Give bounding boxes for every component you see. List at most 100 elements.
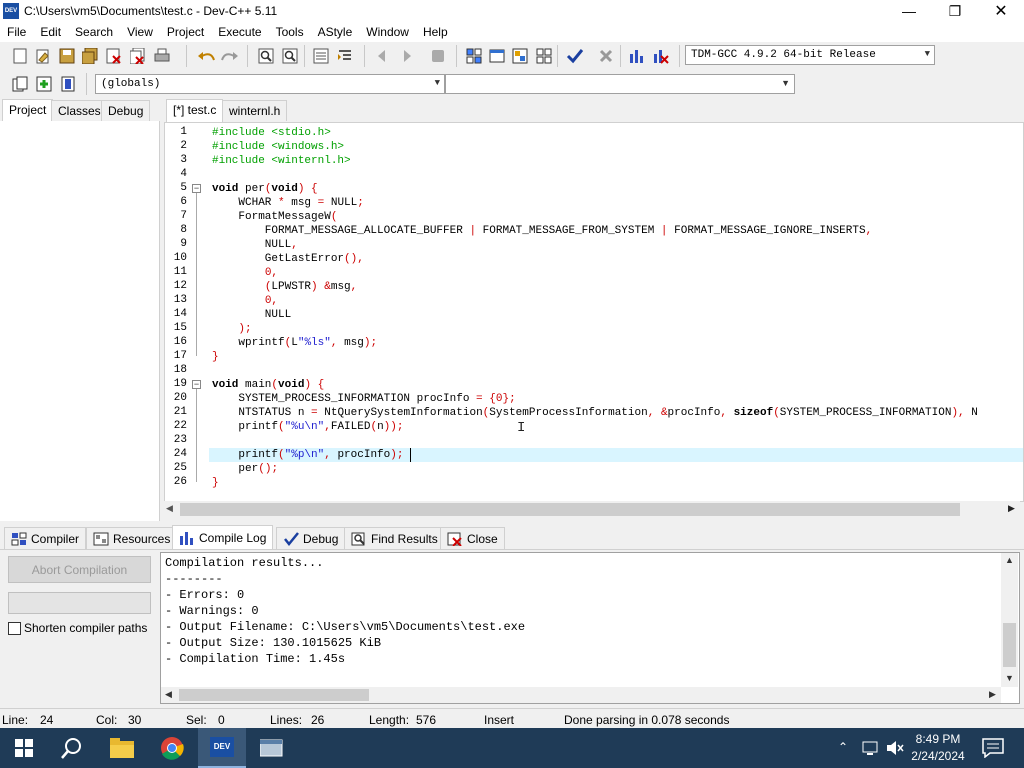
- abort-compilation-button[interactable]: Abort Compilation: [8, 556, 151, 583]
- scroll-down-icon[interactable]: ▼: [1005, 673, 1014, 683]
- goto-next-icon[interactable]: [397, 46, 417, 66]
- code-line[interactable]: void main(void) {: [212, 378, 324, 392]
- rebuild-all-icon[interactable]: [534, 46, 554, 66]
- code-line[interactable]: #include <stdio.h>: [212, 126, 331, 140]
- scroll-left-icon[interactable]: ◀: [165, 689, 172, 700]
- delete-profile-icon[interactable]: [651, 46, 671, 66]
- minimize-button[interactable]: —: [886, 0, 932, 22]
- fold-toggle-icon[interactable]: −: [192, 184, 201, 193]
- function-select[interactable]: ▼: [445, 74, 795, 94]
- compile-run-icon[interactable]: [510, 46, 530, 66]
- code-line[interactable]: }: [212, 350, 219, 364]
- tab-find-results[interactable]: Find Results: [344, 527, 445, 549]
- menu-window[interactable]: Window: [359, 22, 416, 42]
- scroll-right-icon[interactable]: ▶: [989, 689, 996, 700]
- fold-toggle-icon[interactable]: −: [192, 380, 201, 389]
- editor-horizontal-scrollbar[interactable]: ◀ ▶: [164, 501, 1020, 518]
- code-line[interactable]: }: [212, 476, 219, 490]
- close-all-icon[interactable]: [128, 46, 148, 66]
- tab-close-panel[interactable]: Close: [440, 527, 505, 549]
- save-icon[interactable]: [57, 46, 77, 66]
- code-line[interactable]: NTSTATUS n = NtQuerySystemInformation(Sy…: [212, 406, 977, 420]
- code-line[interactable]: 0,: [212, 294, 278, 308]
- indent-icon[interactable]: [311, 46, 331, 66]
- unindent-icon[interactable]: [335, 46, 355, 66]
- code-line[interactable]: per();: [212, 462, 278, 476]
- tab-debug-output[interactable]: Debug: [276, 527, 346, 549]
- menu-view[interactable]: View: [120, 22, 160, 42]
- tab-resources[interactable]: Resources: [86, 527, 178, 549]
- toggle-bookmark-icon[interactable]: [428, 46, 448, 66]
- open-file-icon[interactable]: [33, 46, 53, 66]
- code-line[interactable]: #include <windows.h>: [212, 140, 344, 154]
- new-project-icon[interactable]: [10, 74, 30, 94]
- clock-date[interactable]: 2/24/2024: [905, 749, 971, 763]
- log-vertical-scrollbar[interactable]: ▲ ▼: [1001, 553, 1018, 687]
- app-taskbar-button[interactable]: [248, 728, 296, 768]
- shorten-paths-checkbox[interactable]: [8, 622, 21, 635]
- code-line[interactable]: WCHAR * msg = NULL;: [212, 196, 363, 210]
- menu-file[interactable]: File: [0, 22, 33, 42]
- code-line[interactable]: 0,: [212, 266, 278, 280]
- network-icon[interactable]: [862, 740, 880, 759]
- menu-project[interactable]: Project: [160, 22, 211, 42]
- tab-compiler[interactable]: Compiler: [4, 527, 87, 549]
- clock-time[interactable]: 8:49 PM: [905, 732, 971, 746]
- menu-help[interactable]: Help: [416, 22, 455, 42]
- syntax-check-icon[interactable]: [565, 46, 585, 66]
- code-line[interactable]: NULL: [212, 308, 291, 322]
- log-scrollbar-thumb[interactable]: [1003, 623, 1016, 667]
- scroll-up-icon[interactable]: ▲: [1005, 555, 1014, 565]
- tab-classes[interactable]: Classes: [51, 100, 108, 121]
- new-file-icon[interactable]: [10, 46, 30, 66]
- project-tree-pane[interactable]: [0, 121, 160, 521]
- class-browser-select[interactable]: (globals) ▼: [95, 74, 445, 94]
- code-line[interactable]: #include <winternl.h>: [212, 154, 351, 168]
- code-line[interactable]: (LPWSTR) &msg,: [212, 280, 357, 294]
- add-to-project-icon[interactable]: [34, 74, 54, 94]
- compile-icon[interactable]: [464, 46, 484, 66]
- menu-edit[interactable]: Edit: [33, 22, 68, 42]
- profile-analysis-icon[interactable]: [627, 46, 647, 66]
- code-line[interactable]: NULL,: [212, 238, 298, 252]
- file-explorer-taskbar-button[interactable]: [98, 728, 146, 768]
- start-button[interactable]: [0, 728, 48, 768]
- menu-execute[interactable]: Execute: [211, 22, 268, 42]
- menu-astyle[interactable]: AStyle: [311, 22, 360, 42]
- chrome-taskbar-button[interactable]: [148, 728, 196, 768]
- run-icon[interactable]: [487, 46, 507, 66]
- scroll-left-icon[interactable]: ◀: [166, 503, 173, 514]
- save-all-icon[interactable]: [80, 46, 100, 66]
- volume-muted-icon[interactable]: [886, 740, 904, 759]
- notifications-icon[interactable]: [982, 738, 1004, 761]
- code-editor[interactable]: 1 2 3 4 5 6 7 8 9 10 11 12 13 14 15 16 17 18 19 20 21 22 23 24 2…: [164, 122, 1024, 502]
- code-line[interactable]: wprintf(L"%ls", msg);: [212, 336, 377, 350]
- tab-compile-log[interactable]: Compile Log: [172, 525, 274, 549]
- redo-icon[interactable]: [220, 46, 240, 66]
- devcpp-taskbar-button[interactable]: DEV: [198, 728, 246, 768]
- tab-debug[interactable]: Debug: [101, 100, 151, 121]
- compiler-select[interactable]: TDM-GCC 4.9.2 64-bit Release ▼: [685, 45, 935, 65]
- compile-log-output[interactable]: Compilation results... -------- - Errors: …: [160, 552, 1020, 704]
- code-line[interactable]: FORMAT_MESSAGE_ALLOCATE_BUFFER | FORMAT_…: [212, 224, 872, 238]
- remove-from-project-icon[interactable]: [58, 74, 78, 94]
- menu-tools[interactable]: Tools: [269, 22, 311, 42]
- code-line[interactable]: SYSTEM_PROCESS_INFORMATION procInfo = {0…: [212, 392, 515, 406]
- tab-project[interactable]: Project: [2, 99, 54, 122]
- code-line[interactable]: printf("%u\n",FAILED(n));: [212, 420, 403, 434]
- maximize-button[interactable]: ❐: [932, 0, 978, 22]
- log-horizontal-scrollbar[interactable]: ◀ ▶: [161, 687, 1001, 703]
- close-file-icon[interactable]: [104, 46, 124, 66]
- show-hidden-icons-icon[interactable]: ⌃: [838, 740, 848, 754]
- undo-icon[interactable]: [196, 46, 216, 66]
- print-icon[interactable]: [152, 46, 172, 66]
- code-line[interactable]: FormatMessageW(: [212, 210, 337, 224]
- editor-tab-winternl-h[interactable]: winternl.h: [222, 100, 288, 121]
- menu-search[interactable]: Search: [68, 22, 120, 42]
- code-line[interactable]: GetLastError(),: [212, 252, 364, 266]
- stop-execution-icon[interactable]: [596, 46, 616, 66]
- close-window-button[interactable]: ✕: [978, 0, 1024, 22]
- scroll-right-icon[interactable]: ▶: [1008, 503, 1015, 514]
- search-button[interactable]: [48, 728, 96, 768]
- code-line[interactable]: printf("%p\n", procInfo);: [212, 448, 403, 462]
